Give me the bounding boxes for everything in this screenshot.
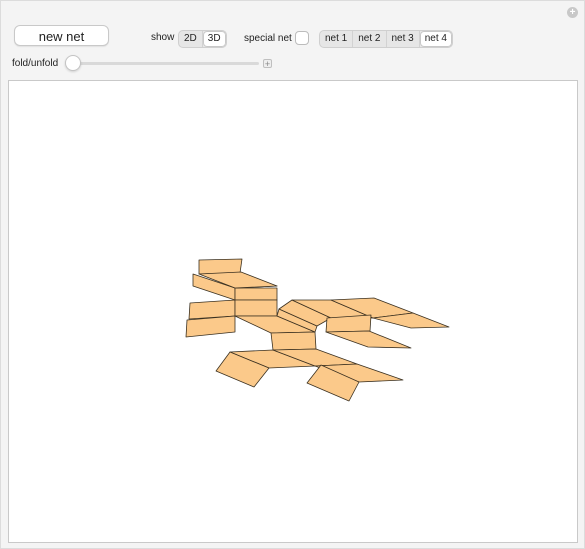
net-face [234, 299, 278, 317]
net-option-3[interactable]: net 3 [387, 31, 420, 47]
net-face [270, 331, 317, 351]
show-option-3d[interactable]: 3D [202, 31, 226, 47]
net-graphic [185, 258, 450, 402]
net-option-1[interactable]: net 1 [320, 31, 354, 47]
net-option-2[interactable]: net 2 [353, 31, 387, 47]
plus-square-icon[interactable]: + [263, 59, 272, 69]
special-net-checkbox[interactable] [295, 31, 309, 45]
show-label: show [151, 32, 175, 43]
special-net-label: special net [244, 33, 292, 44]
net-faces [185, 258, 450, 402]
net-face [185, 315, 236, 338]
fold-slider-track[interactable] [67, 62, 259, 65]
show-option-2d[interactable]: 2D [179, 31, 203, 47]
new-net-button[interactable]: new net [14, 25, 109, 46]
net-option-4[interactable]: net 4 [419, 31, 452, 47]
plus-circle-icon[interactable]: + [567, 7, 578, 18]
graphics-canvas[interactable] [8, 80, 578, 543]
net-face [325, 330, 412, 349]
fold-unfold-label: fold/unfold [12, 58, 59, 69]
net-face [198, 258, 243, 275]
fold-slider-thumb[interactable] [65, 55, 81, 71]
net-face [325, 314, 372, 333]
show-toggle: 2D 3D [178, 30, 227, 48]
manipulate-panel: + new net show 2D 3D special net net 1 n… [0, 0, 585, 549]
net-selector: net 1 net 2 net 3 net 4 [319, 30, 453, 48]
net-face [188, 299, 236, 320]
net-face [234, 287, 278, 301]
